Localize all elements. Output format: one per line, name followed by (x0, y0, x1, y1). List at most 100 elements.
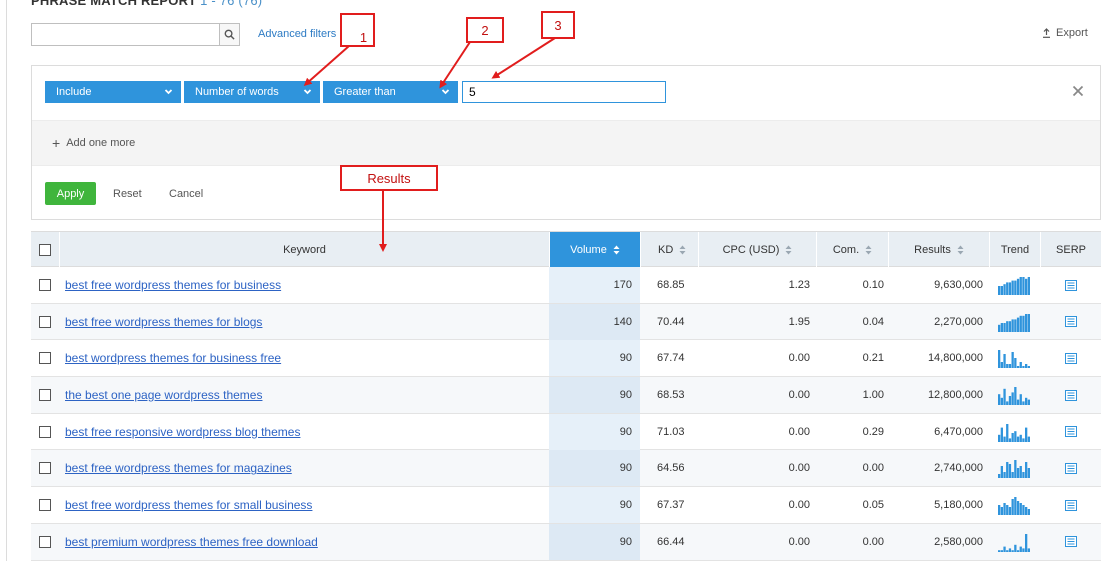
kd-cell: 67.74 (640, 340, 698, 376)
trend-bar (1014, 430, 1017, 442)
column-cpc[interactable]: CPC (USD) (698, 232, 816, 267)
volume-cell: 90 (549, 413, 640, 450)
select-all-checkbox[interactable] (39, 243, 51, 256)
serp-icon[interactable] (1064, 426, 1077, 438)
serp-icon[interactable] (1064, 536, 1077, 548)
trend-bar (1003, 354, 1006, 369)
trend-bar (1016, 550, 1020, 552)
filter-value-input[interactable] (462, 81, 666, 103)
row-checkbox[interactable] (39, 279, 51, 291)
trend-cell (998, 450, 1038, 486)
serp-icon[interactable] (1064, 352, 1077, 364)
trend-bar (1019, 466, 1022, 479)
apply-button[interactable]: Apply (45, 182, 96, 205)
com-cell: 0.05 (816, 487, 888, 523)
trend-bar (1019, 362, 1022, 369)
trend-bar (1019, 434, 1022, 442)
trend-bar (1022, 472, 1025, 479)
serp-icon[interactable] (1064, 389, 1077, 401)
serp-icon[interactable] (1064, 316, 1077, 328)
column-volume[interactable]: Volume (549, 232, 640, 267)
trend-bar (1025, 427, 1028, 442)
sort-icon (679, 245, 686, 254)
reset-button[interactable]: Reset (113, 188, 142, 200)
row-checkbox[interactable] (39, 535, 51, 548)
column-trend: Trend (989, 232, 1040, 267)
trend-bar (1019, 277, 1022, 295)
cancel-button[interactable]: Cancel (169, 188, 203, 200)
trend-bar (1003, 388, 1006, 406)
row-checkbox[interactable] (39, 315, 51, 328)
report-title: PHRASE MATCH REPORT 1 - 76 (76) (31, 0, 262, 8)
row-checkbox[interactable] (39, 425, 51, 438)
column-kd-label: KD (658, 243, 674, 256)
results-cell: 14,800,000 (888, 340, 989, 376)
keyword-link[interactable]: best wordpress themes for business free (65, 351, 281, 365)
trend-bar (1008, 396, 1012, 406)
column-com-label: Com. (832, 243, 860, 256)
row-select-cell (31, 340, 59, 376)
export-button[interactable]: Export (1042, 27, 1088, 39)
field-dropdown[interactable]: Number of words (184, 81, 320, 103)
trend-bar (1027, 277, 1030, 295)
table-row: best free wordpress themes for business … (31, 267, 1101, 304)
trend-bar (1014, 358, 1017, 369)
close-icon[interactable] (1072, 85, 1084, 97)
keyword-link[interactable]: best premium wordpress themes free downl… (65, 535, 318, 549)
trend-bar (1027, 399, 1030, 406)
table-row: best free wordpress themes for small bus… (31, 487, 1101, 524)
volume-value: 90 (619, 499, 632, 512)
volume-value: 140 (613, 315, 632, 328)
column-keyword[interactable]: Keyword (59, 232, 549, 267)
serp-icon[interactable] (1064, 462, 1077, 474)
row-select-cell (31, 524, 59, 560)
results-cell: 5,180,000 (888, 487, 989, 523)
row-checkbox[interactable] (39, 499, 51, 512)
column-cpc-label: CPC (USD) (722, 243, 780, 256)
add-one-more-button[interactable]: + Add one more (52, 136, 135, 150)
table-header: Keyword Volume KD CPC (USD) Com. Results… (31, 231, 1101, 267)
row-select-cell (31, 304, 59, 340)
volume-cell: 90 (549, 523, 640, 560)
keyword-link[interactable]: best free wordpress themes for small bus… (65, 498, 312, 512)
volume-value: 170 (613, 279, 632, 291)
search-input[interactable] (32, 24, 220, 45)
table-row: the best one page wordpress themes 90 68… (31, 377, 1101, 414)
annotation-3: 3 (541, 11, 575, 39)
keyword-cell: best free wordpress themes for small bus… (65, 487, 549, 523)
cpc-cell: 0.00 (698, 524, 816, 560)
trend-bar (998, 474, 1001, 479)
row-checkbox[interactable] (39, 352, 51, 365)
keyword-link[interactable]: best free responsive wordpress blog them… (65, 425, 300, 439)
trend-sparkline (998, 313, 1030, 332)
column-results[interactable]: Results (888, 232, 989, 267)
trend-sparkline (998, 533, 1030, 552)
trend-bar (1003, 436, 1006, 442)
column-kd[interactable]: KD (640, 232, 698, 267)
com-value: 0.04 (862, 315, 884, 328)
serp-icon[interactable] (1064, 279, 1077, 291)
advanced-filters-link[interactable]: Advanced filters (258, 28, 336, 40)
row-checkbox[interactable] (39, 462, 51, 475)
operator-dropdown[interactable]: Greater than (323, 81, 458, 103)
search-button[interactable] (219, 24, 239, 45)
keyword-link[interactable]: best free wordpress themes for blogs (65, 315, 262, 329)
results-value: 12,800,000 (927, 389, 983, 402)
trend-bar (1016, 399, 1020, 406)
annotation-1: 1 (340, 13, 375, 47)
trend-bar (1006, 550, 1009, 552)
serp-icon[interactable] (1064, 499, 1077, 511)
column-com[interactable]: Com. (816, 232, 888, 267)
include-dropdown[interactable]: Include (45, 81, 181, 103)
column-trend-label: Trend (1000, 243, 1030, 256)
table-row: best free responsive wordpress blog them… (31, 413, 1101, 451)
keyword-link[interactable]: best free wordpress themes for magazines (65, 461, 292, 475)
trend-bar (1008, 464, 1012, 479)
keyword-link[interactable]: best free wordpress themes for business (65, 278, 281, 292)
row-checkbox[interactable] (39, 389, 51, 402)
keyword-link[interactable]: the best one page wordpress themes (65, 388, 262, 402)
trend-bar (1016, 436, 1020, 442)
keyword-cell: best free wordpress themes for blogs (65, 304, 549, 340)
trend-bar (1025, 533, 1028, 552)
results-value: 14,800,000 (927, 352, 983, 365)
